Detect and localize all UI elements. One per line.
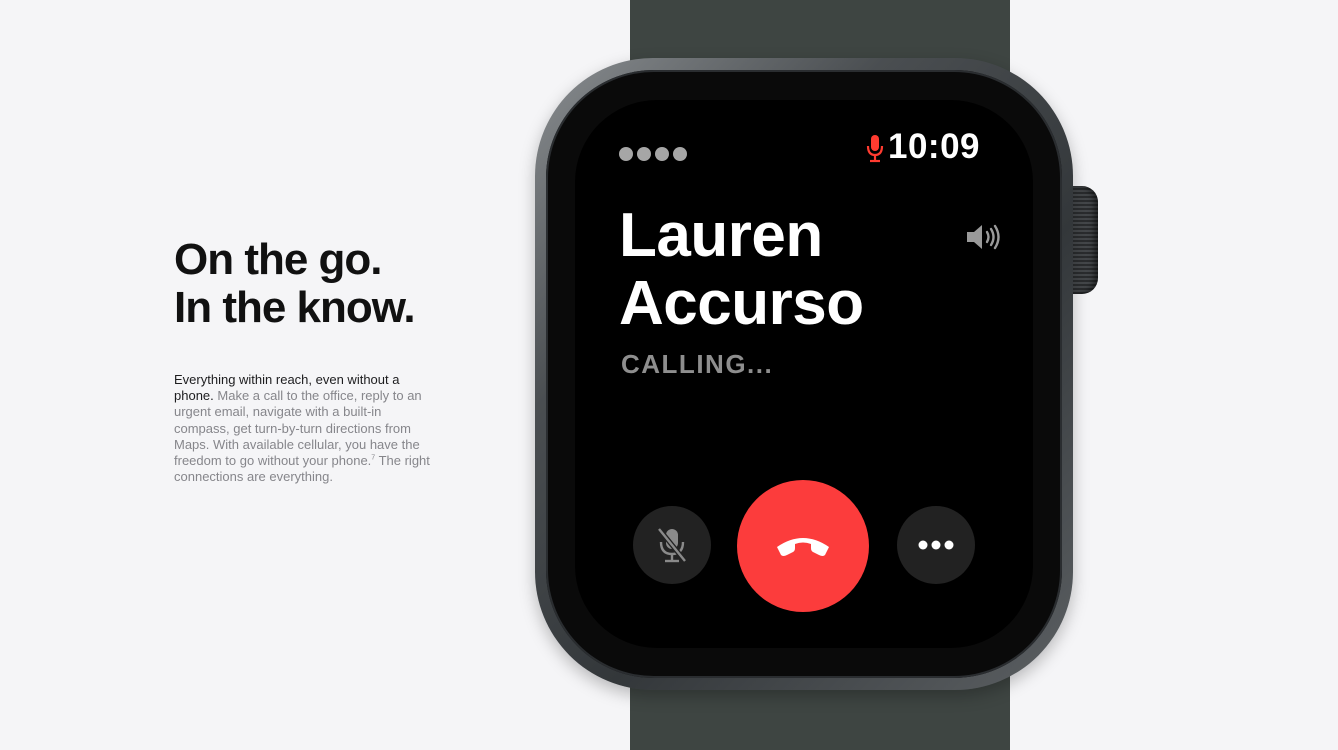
signal-dots [619, 147, 687, 161]
headline-line-1: On the go. [174, 235, 383, 284]
caller-first-name: Lauren [619, 201, 823, 270]
end-call-button[interactable] [737, 480, 869, 612]
mute-microphone-icon [657, 527, 687, 563]
signal-dot [619, 147, 633, 161]
end-call-icon [777, 538, 829, 556]
signal-dot [655, 147, 669, 161]
body-copy: Everything within reach, even without a … [174, 372, 436, 485]
headline: On the go. In the know. [174, 235, 416, 332]
call-status: CALLING... [621, 349, 774, 379]
signal-dot [637, 147, 651, 161]
caller-name: Lauren Accurso [619, 202, 864, 338]
mute-button[interactable] [633, 506, 711, 584]
more-options-button[interactable] [897, 506, 975, 584]
microphone-icon [866, 135, 884, 163]
watch-screen: 10:09 Lauren Accurso CALLING... [575, 100, 1033, 648]
speaker-icon[interactable] [965, 222, 1003, 252]
headline-line-2: In the know. [174, 283, 416, 332]
footnote-marker[interactable]: 7 [371, 455, 375, 462]
ellipsis-icon [918, 540, 954, 550]
signal-dot [673, 147, 687, 161]
watch-time: 10:09 [888, 127, 981, 166]
caller-last-name: Accurso [619, 269, 864, 338]
